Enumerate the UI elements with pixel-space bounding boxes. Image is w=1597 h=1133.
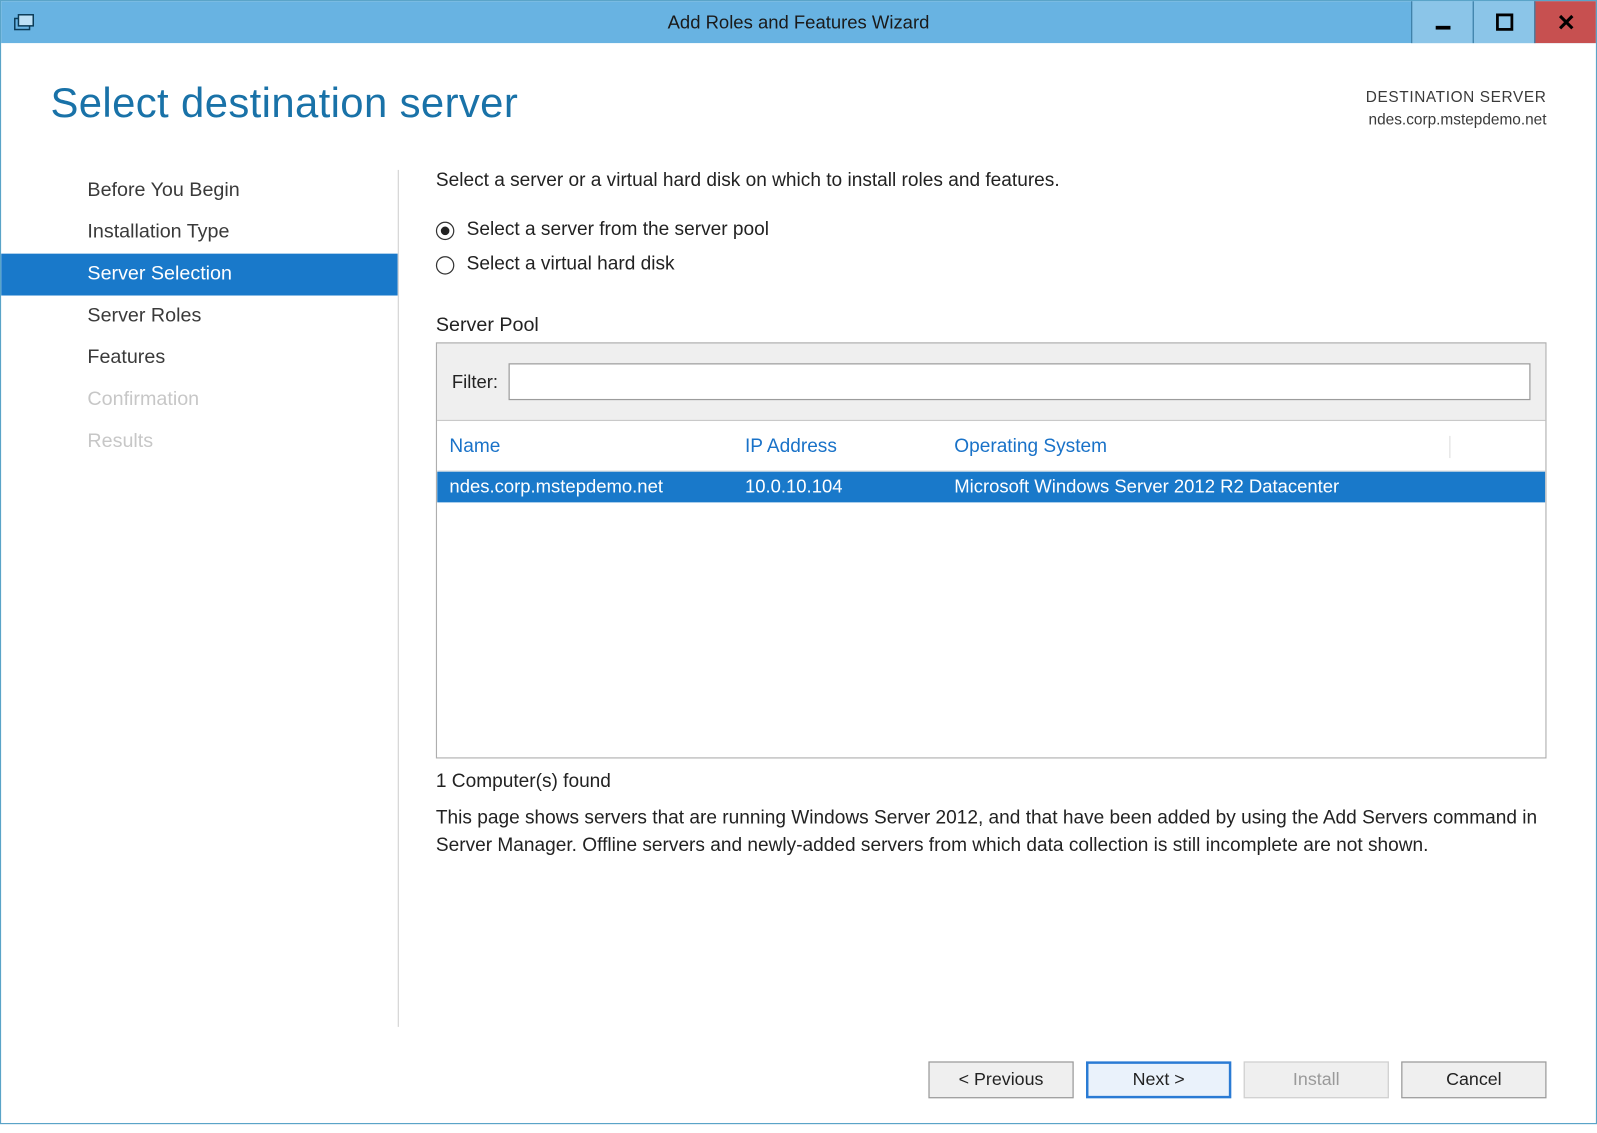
nav-item-server-roles[interactable]: Server Roles	[1, 296, 397, 338]
main-pane: Select a server or a virtual hard disk o…	[399, 155, 1547, 1042]
wizard-window: Add Roles and Features Wizard Select des…	[0, 0, 1597, 1124]
cell-name: ndes.corp.mstepdemo.net	[449, 477, 745, 498]
radio-server-pool[interactable]: Select a server from the server pool	[436, 219, 1547, 241]
app-icon	[11, 10, 36, 35]
previous-button[interactable]: < Previous	[928, 1061, 1073, 1098]
cell-os: Microsoft Windows Server 2012 R2 Datacen…	[954, 477, 1533, 498]
nav-item-confirmation: Confirmation	[1, 379, 397, 421]
cancel-button[interactable]: Cancel	[1401, 1061, 1546, 1098]
instruction-text: Select a server or a virtual hard disk o…	[436, 170, 1547, 192]
nav-item-features[interactable]: Features	[1, 337, 397, 379]
radio-icon	[436, 255, 454, 273]
computers-found-label: 1 Computer(s) found	[436, 771, 1547, 793]
filter-bar: Filter:	[437, 344, 1545, 422]
wizard-nav: Before You BeginInstallation TypeServer …	[1, 155, 397, 1042]
maximize-button[interactable]	[1473, 1, 1535, 43]
nav-item-results: Results	[1, 421, 397, 463]
close-button[interactable]	[1534, 1, 1596, 43]
destination-value: ndes.corp.mstepdemo.net	[1366, 109, 1547, 131]
minimize-button[interactable]	[1411, 1, 1473, 43]
server-pool-box: Filter: Name IP Address Operating System…	[436, 342, 1547, 758]
install-button[interactable]: Install	[1244, 1061, 1389, 1098]
table-header: Name IP Address Operating System	[437, 421, 1545, 471]
col-header-pad	[1449, 436, 1533, 458]
titlebar: Add Roles and Features Wizard	[1, 1, 1596, 43]
table-body: ndes.corp.mstepdemo.net10.0.10.104Micros…	[437, 472, 1545, 758]
cell-ip: 10.0.10.104	[745, 477, 954, 498]
footer: < Previous Next > Install Cancel	[1, 1042, 1596, 1123]
filter-label: Filter:	[452, 371, 498, 392]
body-row: Before You BeginInstallation TypeServer …	[1, 143, 1596, 1042]
destination-label: DESTINATION SERVER	[1366, 87, 1547, 109]
help-text: This page shows servers that are running…	[436, 805, 1547, 860]
radio-label: Select a virtual hard disk	[467, 254, 675, 276]
header-row: Select destination server DESTINATION SE…	[1, 43, 1596, 143]
nav-item-installation-type[interactable]: Installation Type	[1, 212, 397, 254]
next-button[interactable]: Next >	[1086, 1061, 1231, 1098]
col-header-os[interactable]: Operating System	[954, 436, 1449, 458]
server-table: Name IP Address Operating System ndes.co…	[437, 421, 1545, 757]
filter-input[interactable]	[508, 363, 1531, 400]
table-row[interactable]: ndes.corp.mstepdemo.net10.0.10.104Micros…	[437, 472, 1545, 503]
window-title: Add Roles and Features Wizard	[1, 12, 1596, 33]
window-controls	[1411, 1, 1596, 43]
nav-item-before-you-begin[interactable]: Before You Begin	[1, 170, 397, 212]
radio-label: Select a server from the server pool	[467, 219, 769, 241]
radio-vhd[interactable]: Select a virtual hard disk	[436, 254, 1547, 276]
radio-icon	[436, 221, 454, 239]
nav-item-server-selection[interactable]: Server Selection	[1, 254, 397, 296]
destination-block: DESTINATION SERVER ndes.corp.mstepdemo.n…	[1366, 80, 1547, 130]
content: Select destination server DESTINATION SE…	[1, 43, 1596, 1123]
col-header-ip[interactable]: IP Address	[745, 436, 954, 458]
page-title: Select destination server	[50, 80, 518, 128]
server-pool-label: Server Pool	[436, 315, 1547, 337]
col-header-name[interactable]: Name	[449, 436, 745, 458]
